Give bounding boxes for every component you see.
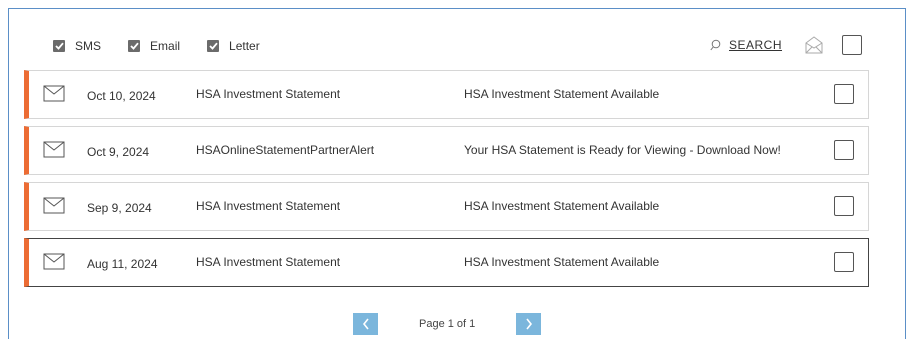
email-label: Email xyxy=(150,39,181,53)
channel-filters: SMS Email Letter xyxy=(53,39,287,53)
prev-page-button[interactable] xyxy=(353,313,378,335)
message-row[interactable]: Oct 10, 2024 HSA Investment Statement HS… xyxy=(24,70,869,119)
message-type: HSA Investment Statement xyxy=(196,87,341,101)
search-link[interactable]: SEARCH xyxy=(710,38,782,52)
message-date: Oct 10, 2024 xyxy=(87,89,156,103)
message-date: Sep 9, 2024 xyxy=(87,201,152,215)
envelope-icon xyxy=(43,85,65,102)
filter-email[interactable]: Email xyxy=(128,39,180,53)
message-description: HSA Investment Statement Available xyxy=(464,87,660,101)
envelope-icon xyxy=(43,197,65,214)
chevron-right-icon xyxy=(526,318,532,330)
message-description: HSA Investment Statement Available xyxy=(464,199,660,213)
open-envelope-icon[interactable] xyxy=(804,35,824,55)
row-checkbox[interactable] xyxy=(834,196,854,216)
message-date: Aug 11, 2024 xyxy=(87,257,158,271)
message-type: HSA Investment Statement xyxy=(196,255,341,269)
row-checkbox[interactable] xyxy=(834,140,854,160)
pagination: Page 1 of 1 xyxy=(353,313,542,335)
filter-sms[interactable]: SMS xyxy=(53,39,101,53)
envelope-icon xyxy=(43,141,65,158)
message-row[interactable]: Aug 11, 2024 HSA Investment Statement HS… xyxy=(24,238,869,287)
select-all-checkbox[interactable] xyxy=(842,35,863,55)
message-type: HSA Investment Statement xyxy=(196,199,341,213)
sms-checkbox[interactable] xyxy=(53,40,65,52)
message-row[interactable]: Oct 9, 2024 HSAOnlineStatementPartnerAle… xyxy=(24,126,869,175)
next-page-button[interactable] xyxy=(516,313,542,335)
email-checkbox[interactable] xyxy=(128,40,141,52)
row-checkbox[interactable] xyxy=(834,84,854,104)
message-description: Your HSA Statement is Ready for Viewing … xyxy=(464,143,781,157)
toolbar: SEARCH xyxy=(710,35,863,55)
message-description: HSA Investment Statement Available xyxy=(464,255,660,269)
chevron-left-icon xyxy=(362,318,369,330)
row-checkbox[interactable] xyxy=(834,252,854,272)
message-date: Oct 9, 2024 xyxy=(87,145,150,159)
search-label: SEARCH xyxy=(729,38,783,52)
letter-checkbox[interactable] xyxy=(207,40,220,52)
page-info: Page 1 of 1 xyxy=(419,318,476,330)
message-list: Oct 10, 2024 HSA Investment Statement HS… xyxy=(24,70,869,294)
message-type: HSAOnlineStatementPartnerAlert xyxy=(196,143,375,157)
sms-label: SMS xyxy=(75,39,102,53)
filter-letter[interactable]: Letter xyxy=(207,39,260,53)
letter-label: Letter xyxy=(229,39,260,53)
message-row[interactable]: Sep 9, 2024 HSA Investment Statement HSA… xyxy=(24,182,869,231)
envelope-icon xyxy=(43,253,65,270)
search-icon xyxy=(710,39,721,51)
